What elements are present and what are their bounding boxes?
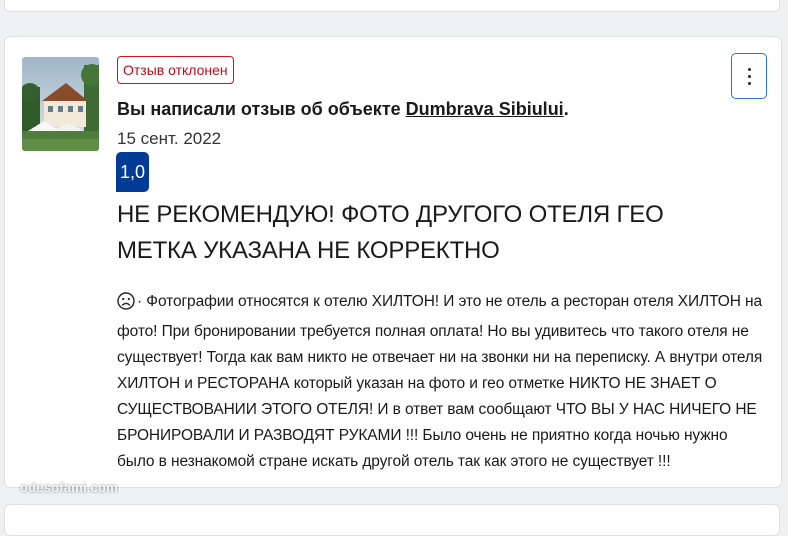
headline-prefix: Вы написали отзыв об объекте (117, 99, 406, 119)
more-vertical-icon-dot (747, 74, 751, 78)
next-review-card (4, 504, 780, 536)
score-badge: 1,0 (116, 152, 149, 192)
review-body-text: Фотографии относятся к отелю ХИЛТОН! И э… (117, 293, 763, 470)
watermark: odesofami.com (20, 480, 118, 495)
headline-suffix: . (563, 99, 569, 119)
property-link[interactable]: Dumbrava Sibiului (406, 99, 564, 119)
property-thumbnail[interactable] (22, 57, 99, 151)
status-badge: Отзыв отклонен (117, 56, 234, 84)
more-vertical-icon (747, 67, 751, 71)
review-title: НЕ РЕКОМЕНДУЮ! ФОТО ДРУГОГО ОТЕЛЯ ГЕО МЕ… (117, 201, 664, 264)
more-vertical-icon-dot (747, 81, 751, 85)
body-separator: · (137, 293, 143, 310)
more-options-button[interactable] (731, 53, 767, 99)
review-card: Отзыв отклонен Вы написали отзыв об объе… (4, 36, 782, 488)
previous-review-card (4, 0, 780, 12)
review-body: · Фотографии относятся к отелю ХИЛТОН! И… (117, 289, 767, 475)
review-date: 15 сент. 2022 (117, 129, 222, 148)
sad-face-icon (117, 292, 135, 319)
review-headline: Вы написали отзыв об объекте Dumbrava Si… (117, 99, 569, 120)
